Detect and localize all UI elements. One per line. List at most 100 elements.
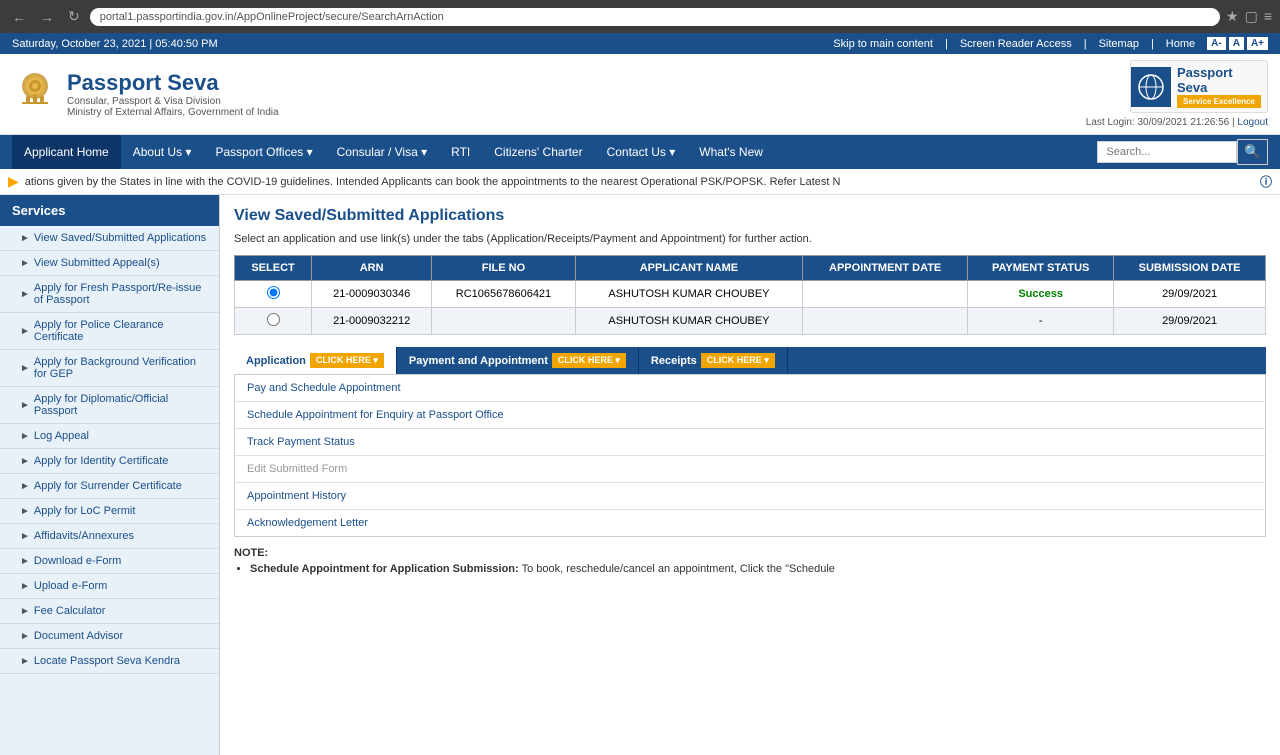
note-section: NOTE: Schedule Appointment for Applicati… (234, 547, 1266, 575)
arrow-icon: ► (20, 258, 30, 269)
extensions-icon[interactable]: ▢ (1245, 8, 1258, 25)
tab-receipts-click-btn[interactable]: CLICK HERE ▾ (701, 353, 775, 368)
main-content: View Saved/Submitted Applications Select… (220, 195, 1280, 755)
sidebar-item-loc-permit[interactable]: ► Apply for LoC Permit (0, 499, 219, 524)
action-edit-form: Edit Submitted Form (235, 456, 1265, 483)
nav-rti[interactable]: RTI (439, 135, 482, 169)
arrow-icon: ► (20, 233, 30, 244)
subtitle1: Consular, Passport & Visa Division (67, 96, 279, 107)
sidebar-item-surrender-certificate[interactable]: ► Apply for Surrender Certificate (0, 474, 219, 499)
sidebar-item-document-advisor[interactable]: ► Document Advisor (0, 624, 219, 649)
row1-select[interactable] (235, 281, 312, 308)
sidebar-header: Services (0, 195, 219, 226)
arrow-icon: ► (20, 400, 30, 411)
browser-chrome: ← → ↻ portal1.passportindia.gov.in/AppOn… (0, 0, 1280, 33)
ticker-arrow-icon: ▶ (8, 173, 19, 190)
action-appointment-history[interactable]: Appointment History (235, 483, 1265, 510)
last-login-info: Last Login: 30/09/2021 21:26:56 | Logout (1086, 117, 1268, 128)
row2-select[interactable] (235, 308, 312, 335)
sidebar-item-upload-form[interactable]: ► Upload e-Form (0, 574, 219, 599)
nav-about-us[interactable]: About Us ▾ (121, 135, 204, 169)
tab-receipts[interactable]: Receipts CLICK HERE ▾ (639, 347, 788, 374)
header-right: Passport Seva Service Excellence Last Lo… (1086, 60, 1268, 128)
nav-citizens-charter[interactable]: Citizens' Charter (482, 135, 594, 169)
arrow-icon: ► (20, 631, 30, 642)
row2-payment-status: - (968, 308, 1114, 335)
sidebar-item-background-verification[interactable]: ► Apply for Background Verification for … (0, 350, 219, 387)
search-button[interactable]: 🔍 (1237, 139, 1268, 165)
sidebar-item-view-saved[interactable]: ► View Saved/Submitted Applications (0, 226, 219, 251)
tab-payment-click-btn[interactable]: CLICK HERE ▾ (552, 353, 626, 368)
row2-arn: 21-0009032212 (312, 308, 432, 335)
tabs-bar: Application CLICK HERE ▾ Payment and App… (234, 347, 1266, 374)
arrow-icon: ► (20, 506, 30, 517)
row1-radio[interactable] (267, 286, 280, 299)
url-text: portal1.passportindia.gov.in/AppOnlinePr… (100, 11, 444, 23)
action-pay-schedule[interactable]: Pay and Schedule Appointment (235, 375, 1265, 402)
sidebar-item-identity-certificate[interactable]: ► Apply for Identity Certificate (0, 449, 219, 474)
note-item-text: To book, reschedule/cancel an appointmen… (522, 563, 835, 575)
sidebar-item-locate-kendra[interactable]: ► Locate Passport Seva Kendra (0, 649, 219, 674)
star-icon[interactable]: ★ (1226, 8, 1239, 25)
back-button[interactable]: ← (8, 7, 30, 27)
action-acknowledgement-letter[interactable]: Acknowledgement Letter (235, 510, 1265, 536)
row2-radio[interactable] (267, 313, 280, 326)
note-item: Schedule Appointment for Application Sub… (250, 563, 1266, 575)
sidebar-item-fresh-passport[interactable]: ► Apply for Fresh Passport/Re-issue of P… (0, 276, 219, 313)
col-applicant-name: APPLICANT NAME (575, 256, 802, 281)
ticker-bar: ▶ ations given by the States in line wit… (0, 169, 1280, 195)
row2-file-no (432, 308, 576, 335)
table-header: SELECT ARN FILE NO APPLICANT NAME APPOIN… (235, 256, 1266, 281)
reload-button[interactable]: ↻ (64, 6, 84, 27)
action-track-payment[interactable]: Track Payment Status (235, 429, 1265, 456)
accessibility-buttons: A- A A+ (1207, 37, 1268, 50)
sidebar-item-diplomatic-passport[interactable]: ► Apply for Diplomatic/Official Passport (0, 387, 219, 424)
arrow-icon: ► (20, 556, 30, 567)
row1-applicant-name: ASHUTOSH KUMAR CHOUBEY (575, 281, 802, 308)
nav-whats-new[interactable]: What's New (687, 135, 775, 169)
forward-button[interactable]: → (36, 7, 58, 27)
font-large-button[interactable]: A+ (1247, 37, 1268, 50)
note-label: NOTE: (234, 547, 268, 559)
table-row: 21-0009032212 ASHUTOSH KUMAR CHOUBEY - 2… (235, 308, 1266, 335)
menu-icon[interactable]: ≡ (1264, 8, 1272, 25)
url-bar[interactable]: portal1.passportindia.gov.in/AppOnlinePr… (90, 8, 1220, 26)
arrow-icon: ► (20, 606, 30, 617)
navbar: Applicant Home About Us ▾ Passport Offic… (0, 135, 1280, 169)
tab-payment-appointment[interactable]: Payment and Appointment CLICK HERE ▾ (397, 347, 639, 374)
logout-link[interactable]: Logout (1237, 117, 1268, 128)
main-layout: Services ► View Saved/Submitted Applicat… (0, 195, 1280, 755)
seva-text: Seva (1177, 80, 1261, 95)
sidebar-item-police-clearance[interactable]: ► Apply for Police Clearance Certificate (0, 313, 219, 350)
home-link[interactable]: Home (1166, 38, 1195, 50)
action-schedule-enquiry[interactable]: Schedule Appointment for Enquiry at Pass… (235, 402, 1265, 429)
search-input[interactable] (1097, 141, 1237, 163)
site-name: Passport Seva (67, 70, 279, 96)
arrow-icon: ► (20, 656, 30, 667)
nav-passport-offices[interactable]: Passport Offices ▾ (203, 135, 324, 169)
font-normal-button[interactable]: A (1229, 37, 1244, 50)
nav-applicant-home[interactable]: Applicant Home (12, 135, 121, 169)
page-title: View Saved/Submitted Applications (234, 207, 1266, 225)
sidebar-item-download-form[interactable]: ► Download e-Form (0, 549, 219, 574)
tab-application-click-btn[interactable]: CLICK HERE ▾ (310, 353, 384, 368)
arrow-icon: ► (20, 363, 30, 374)
datetime-text: Saturday, October 23, 2021 | 05:40:50 PM (12, 38, 218, 50)
screen-reader-link[interactable]: Screen Reader Access (960, 38, 1072, 50)
sidebar-item-view-submitted[interactable]: ► View Submitted Appeal(s) (0, 251, 219, 276)
sidebar-item-log-appeal[interactable]: ► Log Appeal (0, 424, 219, 449)
sidebar-item-fee-calculator[interactable]: ► Fee Calculator (0, 599, 219, 624)
col-arn: ARN (312, 256, 432, 281)
skip-link[interactable]: Skip to main content (833, 38, 933, 50)
last-login-label: Last Login: 30/09/2021 (1086, 117, 1188, 128)
page-description: Select an application and use link(s) un… (234, 233, 1266, 245)
tab-application[interactable]: Application CLICK HERE ▾ (234, 347, 397, 374)
header-left: Passport Seva Consular, Passport & Visa … (12, 69, 279, 119)
ticker-info-icon[interactable]: ⓘ (1260, 173, 1272, 190)
nav-consular-visa[interactable]: Consular / Visa ▾ (325, 135, 440, 169)
col-file-no: FILE NO (432, 256, 576, 281)
nav-contact-us[interactable]: Contact Us ▾ (595, 135, 688, 169)
sidebar-item-affidavits[interactable]: ► Affidavits/Annexures (0, 524, 219, 549)
sitemap-link[interactable]: Sitemap (1099, 38, 1139, 50)
font-small-button[interactable]: A- (1207, 37, 1226, 50)
